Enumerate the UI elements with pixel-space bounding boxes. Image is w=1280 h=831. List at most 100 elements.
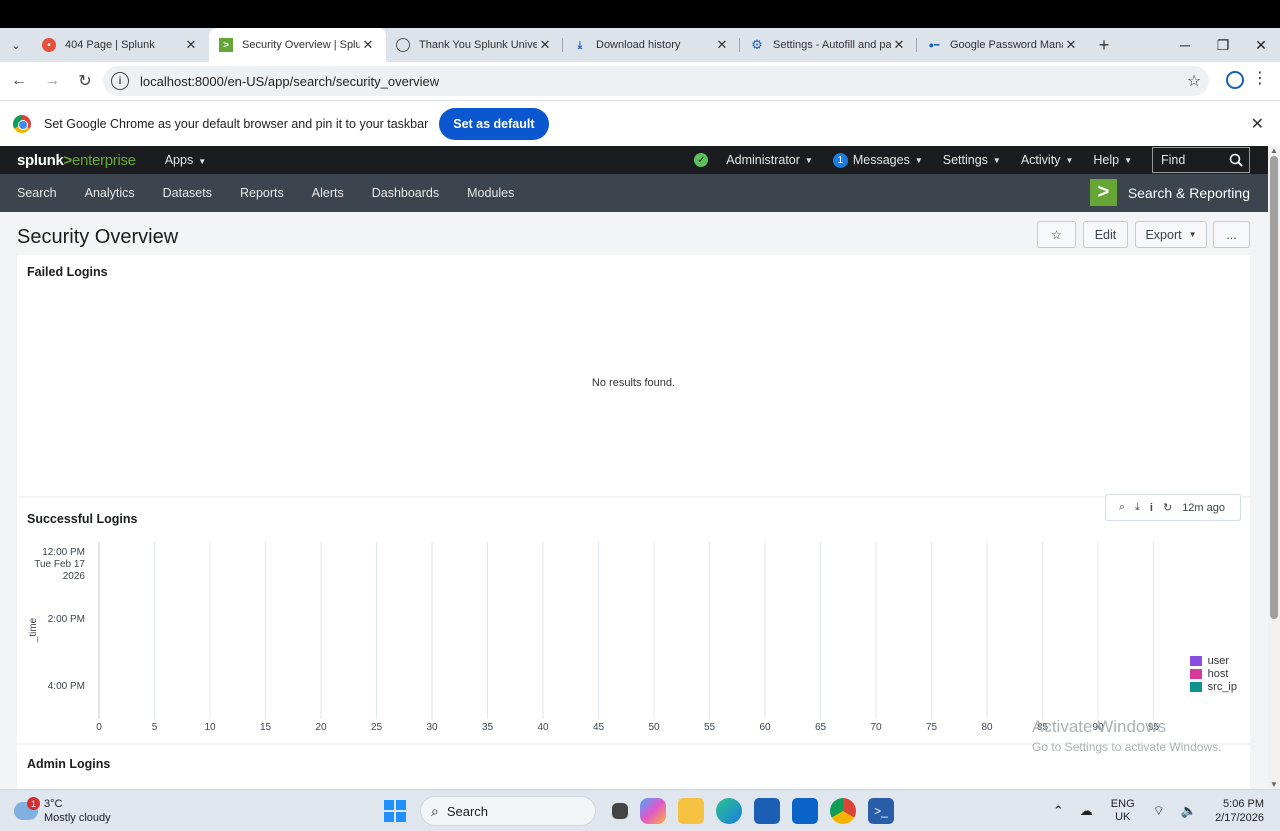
tab-404-page[interactable]: • 404 Page | Splunk ✕ <box>32 28 209 62</box>
x-tick-label: 5 <box>152 722 158 733</box>
app-menu-reports[interactable]: Reports <box>240 186 284 200</box>
close-tab-icon[interactable]: ✕ <box>1063 37 1079 53</box>
system-tray: ⌃ ☁ ENG UK ⌔ 🔈 5:06 PM 2/17/2026 <box>1045 790 1280 831</box>
store-icon[interactable] <box>754 798 780 824</box>
set-as-default-button[interactable]: Set as default <box>439 107 549 140</box>
copilot-icon[interactable] <box>640 798 666 824</box>
page-scrollbar[interactable]: ▲ ▼ <box>1268 146 1280 789</box>
apps-menu[interactable]: Apps ▼ <box>165 153 206 167</box>
activity-menu[interactable]: Activity ▼ <box>1021 153 1074 167</box>
splunk-logo[interactable]: splunk>enterprise <box>17 152 136 169</box>
refresh-icon[interactable]: ↻ <box>1163 501 1172 514</box>
omnibox[interactable]: i localhost:8000/en-US/app/search/securi… <box>103 66 1209 96</box>
splunk-global-nav: splunk>enterprise Apps ▼ ✓ Administrator ▼… <box>0 146 1268 174</box>
windows-start-icon[interactable] <box>384 800 406 822</box>
help-menu[interactable]: Help ▼ <box>1093 153 1132 167</box>
app-menu-dashboards[interactable]: Dashboards <box>372 186 439 200</box>
scroll-up-icon: ▲ <box>1270 146 1278 155</box>
info-icon[interactable]: i <box>1150 502 1153 514</box>
minimize-icon[interactable]: ─ <box>1166 28 1204 62</box>
bookmark-star-icon[interactable]: ☆ <box>1179 71 1209 91</box>
messages-menu[interactable]: 1 Messages ▼ <box>832 152 923 168</box>
infobar-message: Set Google Chrome as your default browse… <box>44 116 429 131</box>
wifi-icon[interactable]: ⌔ <box>1153 803 1165 819</box>
download-icon[interactable]: ⤓ <box>1135 501 1140 514</box>
site-info-icon[interactable]: i <box>111 72 129 90</box>
app-menu-modules[interactable]: Modules <box>467 186 514 200</box>
more-actions-button[interactable]: ... <box>1213 221 1250 248</box>
back-arrow-icon[interactable]: ← <box>4 66 34 96</box>
x-tick-label: 65 <box>815 722 827 733</box>
weather-temp: 3°C <box>44 798 63 810</box>
edge-icon[interactable] <box>716 798 742 824</box>
page-title: Security Overview <box>17 226 179 248</box>
edit-button[interactable]: Edit <box>1083 221 1128 248</box>
globe-icon <box>396 38 410 52</box>
taskbar-apps: ⌕ Search >_ <box>384 796 900 826</box>
new-tab-icon[interactable]: + <box>1089 28 1119 62</box>
close-tab-icon[interactable]: ✕ <box>537 37 553 53</box>
tab-title: 404 Page | Splunk <box>65 39 155 51</box>
tab-thank-you[interactable]: Thank You Splunk University ✕ <box>386 28 563 62</box>
app-name[interactable]: > Search & Reporting <box>1089 179 1250 206</box>
settings-menu[interactable]: Settings ▼ <box>943 153 1001 167</box>
browser-menu-icon[interactable]: ⋮ <box>1252 68 1268 88</box>
y-tick-label: Tue Feb 17 <box>34 559 85 570</box>
close-tab-icon[interactable]: ✕ <box>891 37 907 53</box>
tab-settings-autofill[interactable]: ⚙ Settings - Autofill and passwords ✕ <box>740 28 917 62</box>
chrome-taskbar-icon[interactable] <box>830 798 856 824</box>
outlook-icon[interactable] <box>792 798 818 824</box>
windows-taskbar: 1 3°C Mostly cloudy ⌕ Search >_ ⌃ ☁ ENG UK… <box>0 789 1280 831</box>
panel-toolbar: ⌕ ⤓ i ↻ 12m ago <box>1104 494 1241 521</box>
administrator-menu[interactable]: Administrator ▼ <box>726 153 813 167</box>
maximize-icon[interactable]: ❐ <box>1204 28 1242 62</box>
search-icon[interactable]: ⌕ <box>1119 501 1125 514</box>
chevron-up-icon[interactable]: ⌃ <box>1053 803 1064 819</box>
forward-arrow-icon[interactable]: → <box>37 66 67 96</box>
legend-item[interactable]: src_ip <box>1189 680 1237 693</box>
language-indicator[interactable]: ENG UK <box>1111 798 1135 824</box>
close-tab-icon[interactable]: ✕ <box>183 37 199 53</box>
volume-icon[interactable]: 🔈 <box>1181 803 1197 819</box>
reload-icon[interactable]: ↻ <box>70 66 100 96</box>
legend-item[interactable]: host <box>1189 667 1237 680</box>
app-menu-alerts[interactable]: Alerts <box>312 186 344 200</box>
tab-search-chevron-icon[interactable]: ⌄ <box>0 28 32 62</box>
close-window-icon[interactable]: ✕ <box>1242 28 1280 62</box>
tab-download-history[interactable]: ⤓ Download history ✕ <box>563 28 740 62</box>
panel-title: Successful Logins <box>27 512 138 526</box>
search-icon: ⌕ <box>431 802 439 819</box>
system-clock[interactable]: 5:06 PM 2/17/2026 <box>1215 797 1264 825</box>
tab-security-overview[interactable]: > Security Overview | Splunk ✕ <box>209 28 386 62</box>
close-tab-icon[interactable]: ✕ <box>360 37 376 53</box>
chart-svg: 0 5 10 15 20 25 30 35 40 45 50 55 60 65 70 75 80 85 90 9512… <box>28 542 1159 733</box>
scroll-thumb[interactable] <box>1270 156 1278 619</box>
legend-item[interactable]: user <box>1189 654 1237 667</box>
close-tab-icon[interactable]: ✕ <box>714 37 730 53</box>
taskbar-search[interactable]: ⌕ Search <box>420 796 596 826</box>
app-menu-datasets[interactable]: Datasets <box>163 186 212 200</box>
task-view-icon[interactable] <box>612 803 628 819</box>
app-menu-search[interactable]: Search <box>17 186 57 200</box>
x-tick-label: 25 <box>371 722 383 733</box>
x-tick-label: 35 <box>482 722 494 733</box>
tab-title: Security Overview | Splunk <box>242 39 360 51</box>
favorite-star-button[interactable]: ☆ <box>1037 221 1076 248</box>
tab-password-manager[interactable]: ●━ Google Password Manager ✕ <box>917 28 1089 62</box>
url-text[interactable]: localhost:8000/en-US/app/search/security… <box>140 74 1179 89</box>
file-explorer-icon[interactable] <box>678 798 704 824</box>
app-menu-analytics[interactable]: Analytics <box>85 186 135 200</box>
export-button[interactable]: Export ▼ <box>1135 221 1207 248</box>
network-status-icon[interactable]: ☁ <box>1080 803 1093 819</box>
weather-widget[interactable]: 1 3°C Mostly cloudy <box>14 797 111 825</box>
profile-icon[interactable] <box>1226 71 1244 89</box>
x-tick-label: 30 <box>426 722 438 733</box>
powershell-icon[interactable]: >_ <box>868 798 894 824</box>
tab-title: Settings - Autofill and passwords <box>773 39 891 51</box>
health-ok-icon[interactable]: ✓ <box>694 153 709 167</box>
find-input[interactable]: Find <box>1152 147 1250 173</box>
close-infobar-icon[interactable]: ✕ <box>1251 114 1264 134</box>
x-tick-label: 60 <box>759 722 771 733</box>
x-tick-label: 10 <box>204 722 216 733</box>
x-tick-label: 80 <box>981 722 993 733</box>
